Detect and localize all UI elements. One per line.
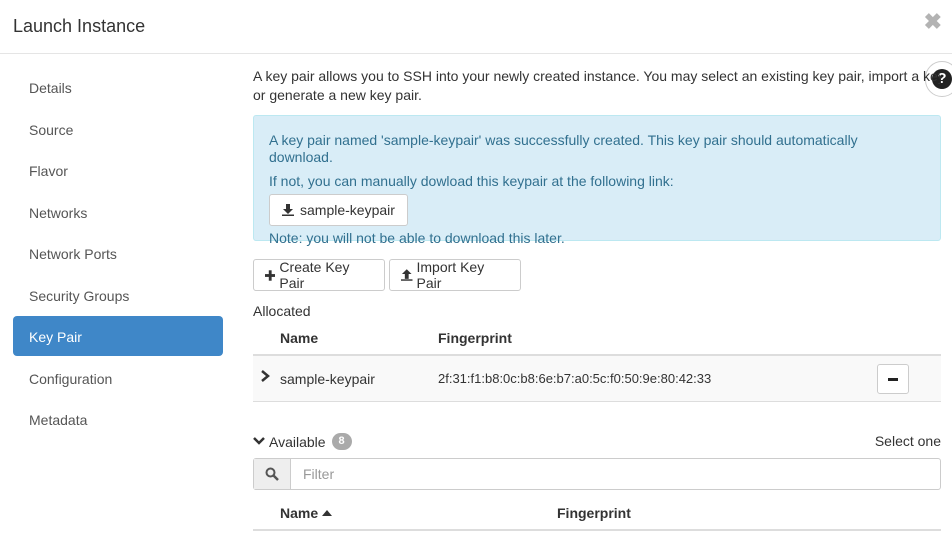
sort-ascending-icon xyxy=(322,510,333,516)
download-button-label: sample-keypair xyxy=(300,202,395,218)
available-heading: Available xyxy=(269,433,326,450)
minus-icon xyxy=(888,377,898,381)
available-col-fingerprint[interactable]: Fingerprint xyxy=(557,505,631,521)
sidebar-item-details[interactable]: Details xyxy=(13,67,223,107)
plus-icon xyxy=(265,269,276,281)
allocated-heading: Allocated xyxy=(253,303,311,319)
close-icon[interactable]: ✖ xyxy=(924,9,942,35)
filter-field[interactable]: Filter xyxy=(253,458,941,490)
available-col-name-label: Name xyxy=(280,505,319,521)
available-col-name[interactable]: Name xyxy=(280,505,333,521)
sidebar-item-networks[interactable]: Networks xyxy=(13,192,223,232)
success-alert: A key pair named 'sample-keypair' was su… xyxy=(253,115,941,246)
sidebar-item-metadata[interactable]: Metadata xyxy=(13,399,223,439)
upload-icon xyxy=(401,269,413,281)
sidebar-item-source[interactable]: Source xyxy=(13,109,223,149)
sidebar-item-key-pair[interactable]: Key Pair xyxy=(13,316,223,356)
keypair-fingerprint: 2f:31:f1:b8:0c:b8:6e:b7:a0:5c:f0:50:9e:8… xyxy=(438,371,712,386)
available-toggle[interactable]: Available 8 xyxy=(253,433,352,450)
table-row: sample-keypair 2f:31:f1:b8:0c:b8:6e:b7:a… xyxy=(253,354,941,402)
modal-title: Launch Instance xyxy=(13,16,146,36)
create-key-pair-label: Create Key Pair xyxy=(279,259,350,291)
sidebar-item-configuration[interactable]: Configuration xyxy=(13,358,223,398)
available-table-header: Name Fingerprint xyxy=(253,497,941,531)
create-key-pair-button[interactable]: Create Key Pair xyxy=(253,259,385,291)
key-pair-panel: A key pair allows you to SSH into your n… xyxy=(253,67,941,531)
alert-download-hint: If not, you can manually dowload this ke… xyxy=(269,173,674,189)
download-icon xyxy=(282,204,294,216)
chevron-right-icon[interactable] xyxy=(261,369,270,385)
sidebar-item-network-ports[interactable]: Network Ports xyxy=(13,233,223,273)
available-count-badge: 8 xyxy=(331,433,352,450)
alert-note: Note: you will not be able to download t… xyxy=(269,230,565,246)
filter-input[interactable]: Filter xyxy=(291,459,940,489)
wizard-sidebar: Details Source Flavor Networks Network P… xyxy=(13,67,223,441)
intro-text-line1: A key pair allows you to SSH into your n… xyxy=(253,68,941,84)
import-key-pair-label: Import Key Pair xyxy=(416,259,485,291)
alert-message: A key pair named 'sample-keypair' was su… xyxy=(269,132,858,165)
download-keypair-button[interactable]: sample-keypair xyxy=(269,194,408,226)
deallocate-button[interactable] xyxy=(877,364,909,394)
search-icon xyxy=(254,459,291,489)
allocated-col-fingerprint: Fingerprint xyxy=(438,330,512,346)
intro-text-line2: or generate a new key pair. xyxy=(253,87,422,103)
keypair-name: sample-keypair xyxy=(280,371,375,387)
sidebar-item-flavor[interactable]: Flavor xyxy=(13,150,223,190)
modal-header: Launch Instance ✖ xyxy=(0,0,952,54)
chevron-down-icon xyxy=(253,437,265,445)
allocated-col-name: Name xyxy=(280,330,319,346)
import-key-pair-button[interactable]: Import Key Pair xyxy=(389,259,521,291)
select-one-label: Select one xyxy=(874,433,941,449)
sidebar-item-security-groups[interactable]: Security Groups xyxy=(13,275,223,315)
